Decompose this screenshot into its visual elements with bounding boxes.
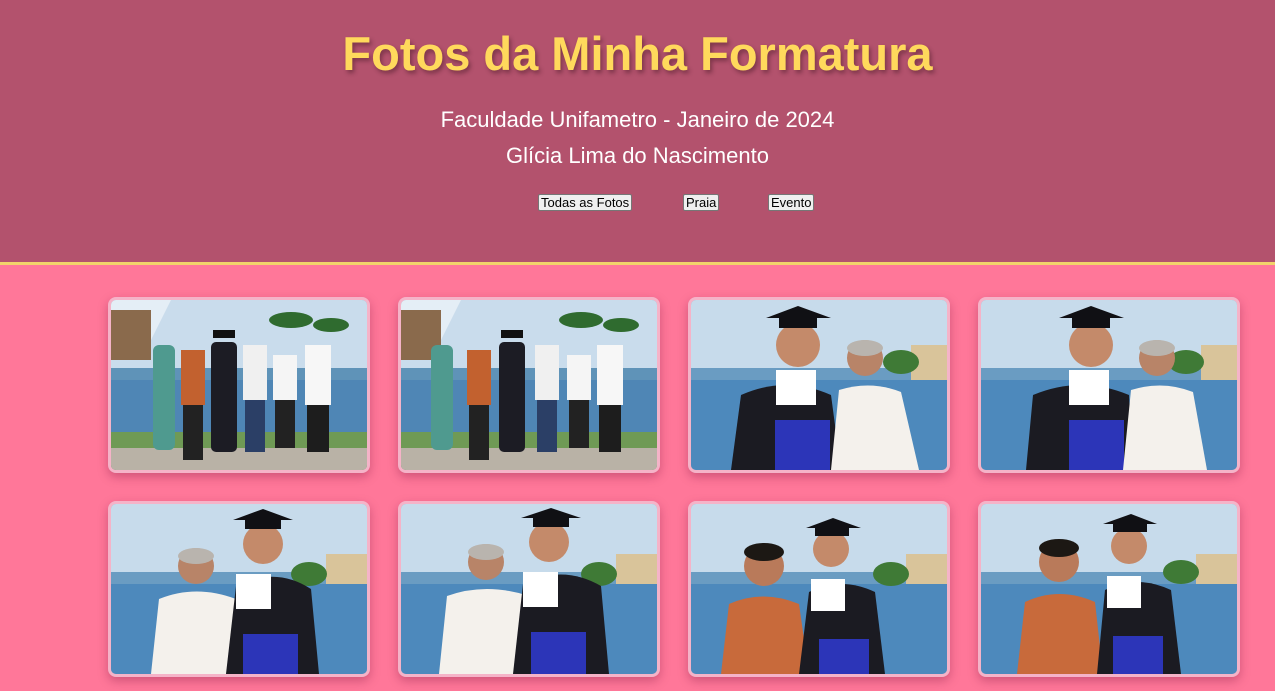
page-header: Fotos da Minha Formatura Faculdade Unifa… bbox=[0, 0, 1275, 265]
page-subtitle: Faculdade Unifametro - Janeiro de 2024 bbox=[440, 107, 835, 132]
gallery-photo[interactable] bbox=[978, 501, 1240, 677]
filter-all-button[interactable]: Todas as Fotos bbox=[538, 194, 633, 211]
portrait-photo-image bbox=[981, 504, 1237, 674]
group-photo-image bbox=[401, 300, 657, 470]
gallery-photo[interactable] bbox=[398, 501, 660, 677]
page-title: Fotos da Minha Formatura bbox=[342, 27, 933, 80]
gallery-photo[interactable] bbox=[688, 501, 950, 677]
gallery-photo[interactable] bbox=[398, 297, 660, 473]
filter-beach-button[interactable]: Praia bbox=[683, 194, 720, 211]
filter-bar: Todas as Fotos Praia Evento bbox=[0, 194, 1275, 212]
graduate-name: Glícia Lima do Nascimento bbox=[506, 143, 769, 168]
gallery-photo[interactable] bbox=[978, 297, 1240, 473]
gallery-photo[interactable] bbox=[108, 297, 370, 473]
portrait-photo-image bbox=[401, 504, 657, 674]
gallery-photo[interactable] bbox=[108, 501, 370, 677]
portrait-photo-image bbox=[691, 300, 947, 470]
filter-event-button[interactable]: Evento bbox=[768, 194, 815, 211]
portrait-photo-image bbox=[111, 504, 367, 674]
group-photo-image bbox=[111, 300, 367, 470]
gallery-photo[interactable] bbox=[688, 297, 950, 473]
portrait-photo-image bbox=[691, 504, 947, 674]
portrait-photo-image bbox=[981, 300, 1237, 470]
